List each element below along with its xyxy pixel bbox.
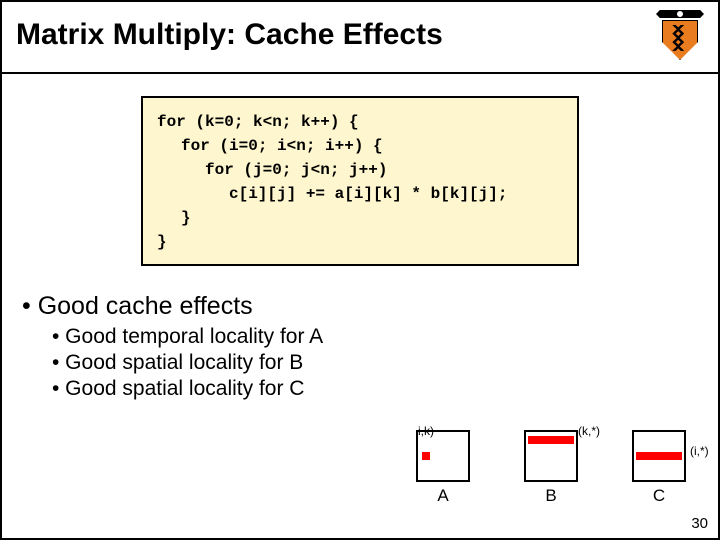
row-marker-icon: [528, 436, 574, 444]
code-line-2: for (i=0; i<n; i++) {: [157, 134, 563, 158]
matrix-diagrams: i,k) (k,*) (i,*) A B C: [416, 426, 702, 506]
code-close-2: }: [157, 230, 563, 254]
chevrons-icon: [667, 25, 693, 51]
row-marker-icon: [636, 452, 682, 460]
code-line-3: for (j=0; j<n; j++): [157, 158, 563, 182]
code-close-1: }: [157, 206, 563, 230]
shield-icon: [662, 20, 698, 60]
bullet-level2-b: • Good spatial locality for B: [52, 351, 698, 375]
matrix-c-box: [632, 430, 686, 482]
bullet-level1: • Good cache effects: [22, 292, 698, 321]
index-label-ik: i,k): [418, 424, 434, 438]
page-number: 30: [691, 515, 708, 532]
matrix-label-c: C: [632, 486, 686, 506]
ribbon-icon: [656, 10, 704, 18]
code-line-4: c[i][j] += a[i][k] * b[k][j];: [157, 182, 563, 206]
bullet-level2-a: • Good temporal locality for A: [52, 325, 698, 349]
code-block: for (k=0; k<n; k++) { for (i=0; i<n; i++…: [141, 96, 579, 266]
matrix-label-a: A: [416, 486, 470, 506]
code-line-1: for (k=0; k<n; k++) {: [157, 110, 563, 134]
slide-title: Matrix Multiply: Cache Effects: [16, 18, 443, 52]
element-marker-icon: [422, 452, 430, 460]
slide-frame: Matrix Multiply: Cache Effects for (k=0;…: [0, 0, 720, 540]
index-label-istar: (i,*): [690, 444, 709, 458]
matrix-label-b: B: [524, 486, 578, 506]
bullet-level2-c: • Good spatial locality for C: [52, 377, 698, 401]
index-label-kstar: (k,*): [578, 424, 600, 438]
title-row: Matrix Multiply: Cache Effects: [2, 2, 718, 74]
princeton-crest-icon: [656, 10, 704, 60]
body: • Good cache effects • Good temporal loc…: [2, 266, 718, 401]
matrix-b-box: [524, 430, 578, 482]
